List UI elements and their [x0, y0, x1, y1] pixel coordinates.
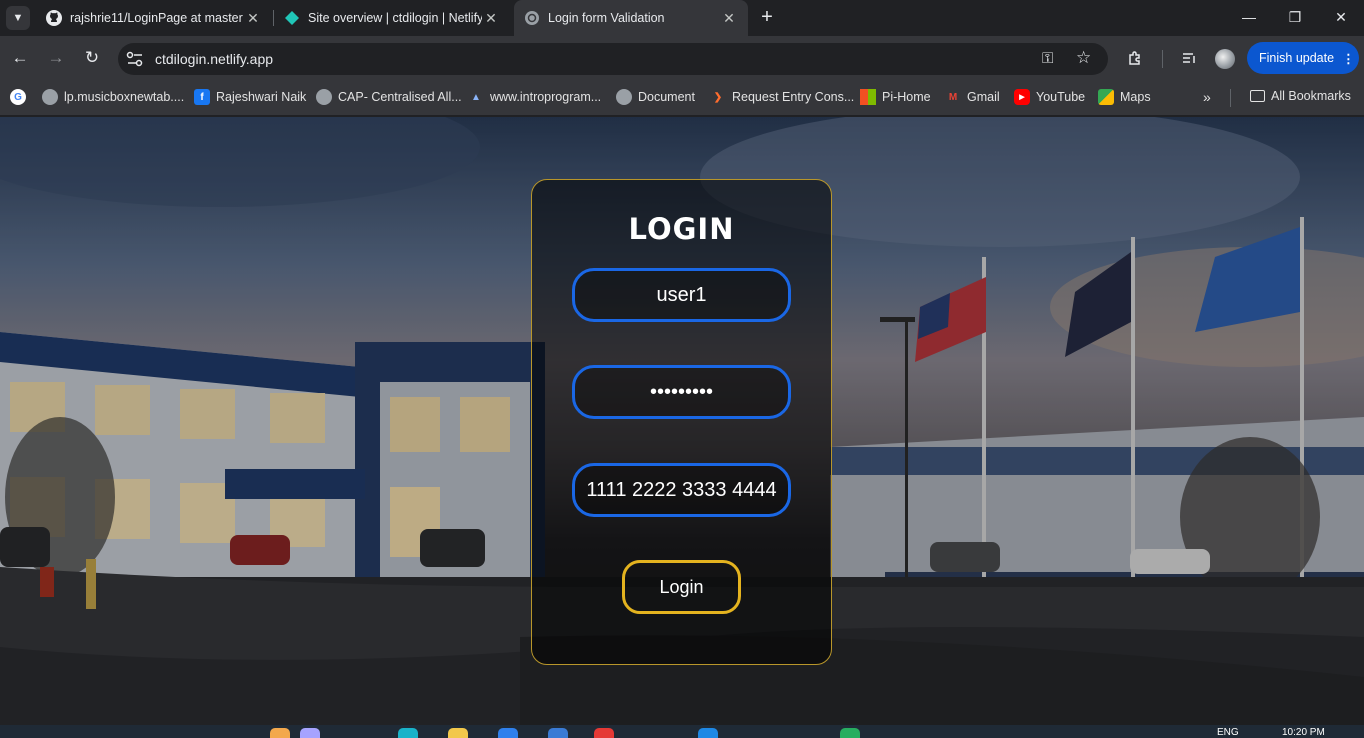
bookmark-label: YouTube — [1036, 90, 1086, 104]
bookmark-item[interactable]: Document — [616, 89, 695, 105]
bolt-icon: ❯ — [713, 91, 723, 103]
bookmark-item[interactable]: Pi-Home — [860, 89, 931, 105]
toolbar-divider — [1162, 50, 1163, 68]
extensions-icon[interactable] — [1123, 46, 1147, 70]
tab-login-form[interactable]: Login form Validation ✕ — [514, 0, 748, 36]
browser-toolbar: ← → ↻ ctdilogin.netlify.app ⚿ ☆ Finish u… — [0, 36, 1364, 80]
netlify-icon — [284, 10, 300, 26]
google-bookmark[interactable]: G — [10, 89, 32, 105]
app-icon[interactable] — [300, 728, 320, 738]
username-field[interactable] — [572, 268, 791, 322]
globe-icon — [316, 89, 332, 105]
bookmark-label: Pi-Home — [882, 90, 931, 104]
chrome-icon[interactable] — [594, 728, 614, 738]
login-button[interactable]: Login — [622, 560, 741, 614]
app-icon[interactable] — [698, 728, 718, 738]
globe-icon — [616, 89, 632, 105]
login-heading: LOGIN — [628, 212, 735, 246]
password-field[interactable] — [572, 365, 791, 419]
tab-netlify[interactable]: Site overview | ctdilogin | Netlify ✕ — [274, 0, 510, 36]
address-bar[interactable]: ctdilogin.netlify.app ⚿ ☆ — [118, 43, 1108, 75]
back-arrow-icon[interactable]: ← — [8, 46, 32, 70]
tab-github[interactable]: rajshrie11/LoginPage at master ✕ — [36, 0, 272, 36]
bookmark-item[interactable]: f Rajeshwari Naik — [194, 89, 306, 105]
globe-icon — [42, 89, 58, 105]
bookmark-label: Document — [638, 90, 695, 104]
bookmark-item[interactable]: Maps — [1098, 89, 1151, 105]
bookmarks-overflow-icon[interactable]: » — [1203, 89, 1211, 105]
bookmarks-divider — [1230, 89, 1231, 107]
folder-icon — [1250, 90, 1265, 102]
github-icon — [46, 10, 62, 26]
microsoft-icon — [860, 89, 876, 105]
close-icon[interactable]: ✕ — [720, 10, 738, 27]
youtube-icon: ▶ — [1014, 89, 1030, 105]
globe-icon — [524, 10, 540, 26]
bookmark-item[interactable]: ▲ www.introprogram... — [468, 89, 601, 105]
bookmark-item[interactable]: ❯ Request Entry Cons... — [710, 89, 854, 105]
bookmark-label: Rajeshwari Naik — [216, 90, 307, 104]
app-icon[interactable] — [548, 728, 568, 738]
facebook-icon: f — [194, 89, 210, 105]
bookmark-item[interactable]: M Gmail — [945, 89, 1000, 105]
restore-button[interactable]: ❐ — [1272, 0, 1318, 34]
app-icon[interactable] — [398, 728, 418, 738]
all-bookmarks-label: All Bookmarks — [1271, 89, 1351, 103]
forward-arrow-icon[interactable]: → — [44, 46, 68, 70]
tab-search-button[interactable]: ▼ — [6, 6, 30, 30]
app-icon[interactable] — [270, 728, 290, 738]
bookmark-label: Request Entry Cons... — [732, 90, 855, 104]
shark-icon: ▲ — [471, 91, 481, 103]
reload-icon[interactable]: ↻ — [80, 46, 104, 70]
media-queue-icon[interactable] — [1177, 46, 1201, 70]
profile-avatar[interactable] — [1215, 49, 1235, 69]
url-text[interactable]: ctdilogin.netlify.app — [155, 51, 273, 67]
login-card: LOGIN Login — [531, 179, 832, 665]
close-icon[interactable]: ✕ — [482, 10, 500, 27]
minimize-button[interactable]: — — [1226, 0, 1272, 34]
app-icon[interactable] — [498, 728, 518, 738]
tab-title: Login form Validation — [548, 11, 665, 25]
clock[interactable]: 10:20 PM — [1282, 727, 1325, 738]
tab-strip: ▼ rajshrie11/LoginPage at master ✕ Site … — [0, 0, 1364, 36]
close-icon[interactable]: ✕ — [244, 10, 262, 27]
bookmark-item[interactable]: CAP- Centralised All... — [316, 89, 462, 105]
bookmark-star-icon[interactable]: ☆ — [1076, 48, 1091, 68]
window-close-button[interactable]: ✕ — [1318, 0, 1364, 34]
bookmark-label: CAP- Centralised All... — [338, 90, 462, 104]
more-menu-icon: ⋮ — [1342, 51, 1355, 66]
bookmark-label: www.introprogram... — [490, 90, 602, 104]
bookmarks-bar: G lp.musicboxnewtab.... f Rajeshwari Nai… — [0, 80, 1364, 116]
site-settings-icon[interactable] — [126, 51, 144, 67]
language-indicator[interactable]: ENG — [1217, 727, 1239, 738]
bookmark-label: lp.musicboxnewtab.... — [64, 90, 185, 104]
tab-title: Site overview | ctdilogin | Netlify — [308, 11, 482, 25]
taskbar: ENG 10:20 PM — [0, 725, 1364, 738]
google-icon: G — [10, 89, 26, 105]
finish-update-button[interactable]: Finish update ⋮ — [1247, 42, 1359, 74]
bookmark-label: Gmail — [967, 90, 1000, 104]
all-bookmarks[interactable]: All Bookmarks — [1250, 89, 1351, 103]
app-icon[interactable] — [448, 728, 468, 738]
bookmark-label: Maps — [1120, 90, 1151, 104]
card-number-field[interactable] — [572, 463, 791, 517]
app-icon[interactable] — [840, 728, 860, 738]
new-tab-button[interactable]: + — [756, 6, 778, 28]
bookmark-item[interactable]: ▶ YouTube — [1014, 89, 1085, 105]
bookmark-item[interactable]: lp.musicboxnewtab.... — [42, 89, 184, 105]
maps-icon — [1098, 89, 1114, 105]
tab-title: rajshrie11/LoginPage at master — [70, 11, 243, 25]
password-key-icon[interactable]: ⚿ — [1042, 50, 1053, 67]
gmail-icon: M — [948, 91, 958, 103]
finish-update-label: Finish update — [1259, 51, 1335, 65]
page-viewport: LOGIN Login — [0, 117, 1364, 725]
